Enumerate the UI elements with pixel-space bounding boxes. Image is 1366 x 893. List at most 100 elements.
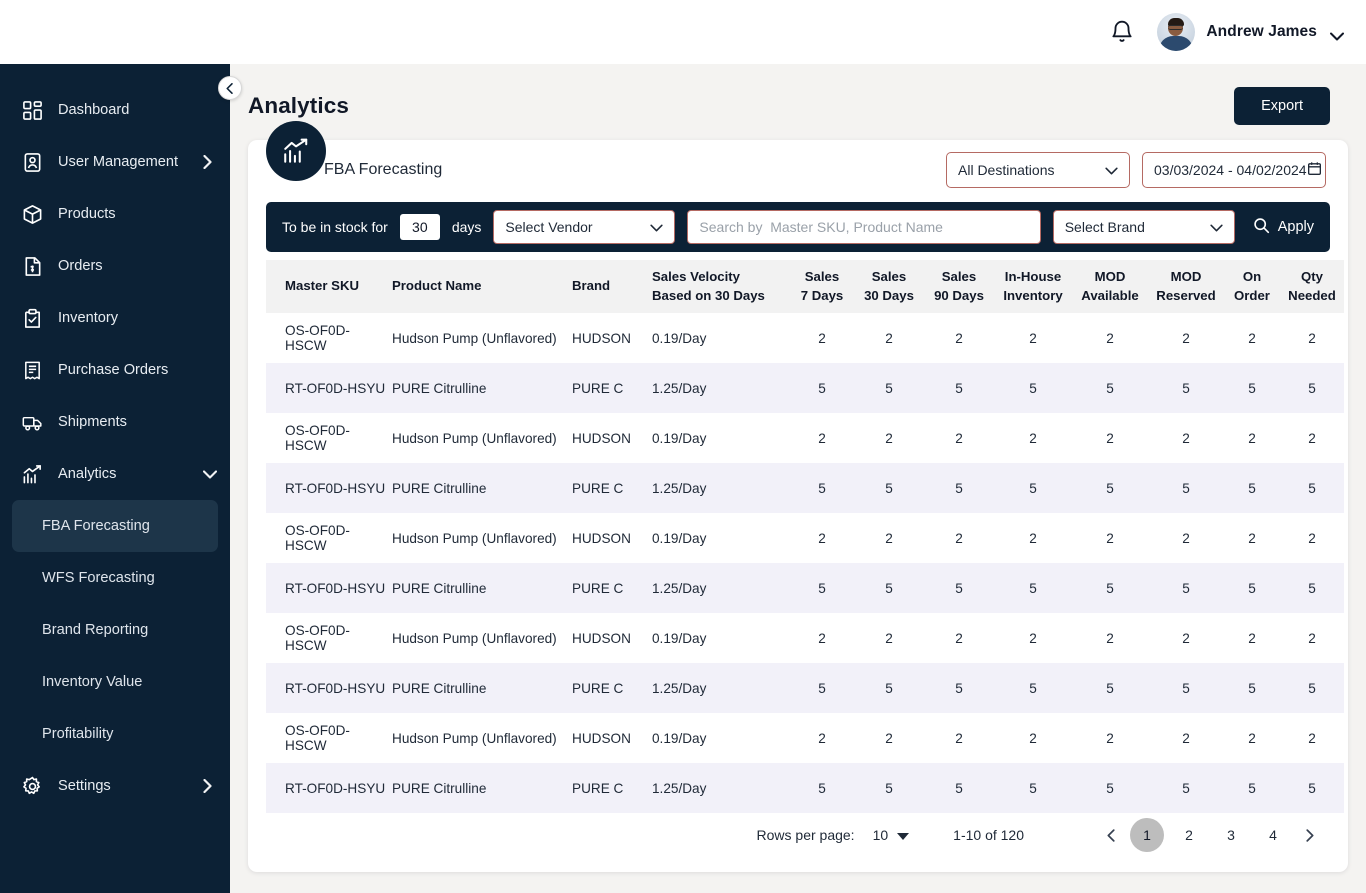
table-row[interactable]: RT-OF0D-HSYU PURE Citrulline PURE C 1.25/Da… bbox=[266, 763, 1344, 813]
cell-qty-needed: 2 bbox=[1308, 430, 1316, 446]
sidebar-item-profitability[interactable]: Profitability bbox=[12, 708, 218, 760]
avatar[interactable] bbox=[1157, 13, 1196, 51]
column-header-brand[interactable]: Brand bbox=[570, 260, 650, 313]
chevron-down-icon[interactable] bbox=[202, 467, 218, 481]
table-row[interactable]: OS-OF0D-HSCW Hudson Pump (Unflavored) HUDS… bbox=[266, 513, 1344, 563]
chevron-right-icon[interactable] bbox=[203, 778, 212, 794]
vendor-select[interactable]: Select Vendor bbox=[493, 210, 676, 244]
table-row[interactable]: OS-OF0D-HSCW Hudson Pump (Unflavored) HUDS… bbox=[266, 613, 1344, 663]
apply-button-label: Apply bbox=[1277, 219, 1314, 235]
bell-icon[interactable] bbox=[1109, 19, 1135, 45]
export-button[interactable]: Export bbox=[1234, 87, 1330, 125]
column-header-product-name[interactable]: Product Name bbox=[390, 260, 570, 313]
cell-sales-7-days: 5 bbox=[818, 780, 826, 796]
cell-mod-available: 5 bbox=[1106, 680, 1114, 696]
stock-days-input[interactable] bbox=[399, 214, 440, 240]
main-content: Analytics Export FBA Forecasting All Des… bbox=[230, 64, 1366, 893]
sidebar-item-wfs-forecasting[interactable]: WFS Forecasting bbox=[12, 552, 218, 604]
brand-select-value: Select Brand bbox=[1064, 219, 1145, 235]
cell-master-sku: RT-OF0D-HSYU bbox=[285, 580, 386, 596]
pagination-next-button[interactable] bbox=[1294, 820, 1324, 850]
rows-per-page-value: 10 bbox=[872, 827, 889, 843]
sidebar-item-dashboard[interactable]: Dashboard bbox=[0, 84, 230, 136]
user-badge-icon bbox=[22, 152, 43, 173]
cell-sales-velocity: 1.25/Day bbox=[652, 380, 707, 396]
table-row[interactable]: RT-OF0D-HSYU PURE Citrulline PURE C 1.25/Da… bbox=[266, 463, 1344, 513]
destination-select[interactable]: All Destinations bbox=[946, 152, 1130, 188]
column-header-qty-needed[interactable]: Qty Needed bbox=[1280, 260, 1344, 313]
sidebar-item-fba-forecasting[interactable]: FBA Forecasting bbox=[12, 500, 218, 552]
cell-master-sku: RT-OF0D-HSYU bbox=[285, 680, 386, 696]
pagination-page-2[interactable]: 2 bbox=[1172, 818, 1206, 852]
sidebar-item-inventory[interactable]: Inventory bbox=[0, 292, 230, 344]
sidebar-item-label: Shipments bbox=[58, 414, 127, 430]
cell-qty-needed: 2 bbox=[1308, 530, 1316, 546]
sidebar-item-orders[interactable]: Orders bbox=[0, 240, 230, 292]
cell-sales-90-days: 5 bbox=[955, 780, 963, 796]
cell-sales-30-days: 5 bbox=[885, 780, 893, 796]
cell-sales-30-days: 5 bbox=[885, 480, 893, 496]
sidebar-item-settings[interactable]: Settings bbox=[0, 760, 230, 812]
cell-sales-7-days: 5 bbox=[818, 680, 826, 696]
sidebar-item-inventory-value[interactable]: Inventory Value bbox=[12, 656, 218, 708]
sidebar-item-analytics[interactable]: Analytics bbox=[0, 448, 230, 500]
column-header-sales-velocity[interactable]: Sales Velocity Based on 30 Days bbox=[650, 260, 790, 313]
cell-qty-needed: 5 bbox=[1308, 680, 1316, 696]
sidebar-subitem-label: Profitability bbox=[42, 726, 114, 742]
cell-sales-velocity: 1.25/Day bbox=[652, 580, 707, 596]
table-row[interactable]: OS-OF0D-HSCW Hudson Pump (Unflavored) HUDS… bbox=[266, 313, 1344, 363]
pagination-page-3[interactable]: 3 bbox=[1214, 818, 1248, 852]
table-row[interactable]: OS-OF0D-HSCW Hudson Pump (Unflavored) HUDS… bbox=[266, 413, 1344, 463]
column-header-sales-90-days[interactable]: Sales 90 Days bbox=[924, 260, 994, 313]
date-range-picker[interactable]: 03/03/2024 - 04/02/2024 bbox=[1142, 152, 1326, 188]
pagination-prev-button[interactable] bbox=[1096, 820, 1126, 850]
cell-sales-7-days: 2 bbox=[818, 630, 826, 646]
cell-on-order: 2 bbox=[1248, 330, 1256, 346]
sidebar-item-user-management[interactable]: User Management bbox=[0, 136, 230, 188]
rows-per-page-select[interactable]: 10 bbox=[873, 827, 910, 843]
cell-brand: PURE C bbox=[572, 680, 624, 696]
calendar-icon bbox=[1307, 161, 1322, 179]
chevron-right-icon bbox=[1305, 828, 1314, 842]
cell-sales-30-days: 2 bbox=[885, 530, 893, 546]
cell-sales-90-days: 2 bbox=[955, 430, 963, 446]
table-row[interactable]: OS-OF0D-HSCW Hudson Pump (Unflavored) HUDS… bbox=[266, 713, 1344, 763]
cell-brand: HUDSON bbox=[572, 730, 631, 746]
brand-select[interactable]: Select Brand bbox=[1052, 210, 1235, 244]
sidebar-item-purchase-orders[interactable]: Purchase Orders bbox=[0, 344, 230, 396]
dashboard-grid-icon bbox=[22, 100, 43, 121]
cell-on-order: 5 bbox=[1248, 380, 1256, 396]
chevron-down-icon[interactable] bbox=[1330, 28, 1344, 40]
pagination-page-1[interactable]: 1 bbox=[1130, 818, 1164, 852]
sidebar-item-brand-reporting[interactable]: Brand Reporting bbox=[12, 604, 218, 656]
receipt-icon bbox=[22, 360, 43, 381]
search-input[interactable] bbox=[699, 219, 1029, 235]
column-header-sales-30-days[interactable]: Sales 30 Days bbox=[854, 260, 924, 313]
search-field-wrapper[interactable] bbox=[687, 210, 1041, 244]
column-header-master-sku[interactable]: Master SKU bbox=[266, 260, 390, 313]
column-header-sales-7-days[interactable]: Sales 7 Days bbox=[790, 260, 854, 313]
cell-master-sku: OS-OF0D-HSCW bbox=[285, 723, 350, 753]
cell-mod-reserved: 2 bbox=[1182, 730, 1190, 746]
column-header-in-house-inventory[interactable]: In-House Inventory bbox=[994, 260, 1072, 313]
analytics-chart-icon bbox=[266, 121, 326, 181]
cell-in-house-inventory: 2 bbox=[1029, 630, 1037, 646]
column-header-mod-reserved[interactable]: MOD Reserved bbox=[1148, 260, 1224, 313]
table-row[interactable]: RT-OF0D-HSYU PURE Citrulline PURE C 1.25/Da… bbox=[266, 663, 1344, 713]
cell-product-name: Hudson Pump (Unflavored) bbox=[392, 730, 557, 746]
sidebar-collapse-button[interactable] bbox=[218, 76, 242, 100]
chevron-right-icon[interactable] bbox=[203, 154, 212, 170]
table-row[interactable]: RT-OF0D-HSYU PURE Citrulline PURE C 1.25/Da… bbox=[266, 563, 1344, 613]
cell-in-house-inventory: 5 bbox=[1029, 680, 1037, 696]
cell-brand: HUDSON bbox=[572, 530, 631, 546]
apply-button[interactable]: Apply bbox=[1247, 217, 1314, 238]
column-header-on-order[interactable]: On Order bbox=[1224, 260, 1280, 313]
sidebar-item-products[interactable]: Products bbox=[0, 188, 230, 240]
cell-sales-90-days: 5 bbox=[955, 380, 963, 396]
sidebar-item-shipments[interactable]: Shipments bbox=[0, 396, 230, 448]
table-row[interactable]: RT-OF0D-HSYU PURE Citrulline PURE C 1.25/Da… bbox=[266, 363, 1344, 413]
column-header-mod-available[interactable]: MOD Available bbox=[1072, 260, 1148, 313]
pagination-page-4[interactable]: 4 bbox=[1256, 818, 1290, 852]
cell-on-order: 2 bbox=[1248, 530, 1256, 546]
cell-in-house-inventory: 5 bbox=[1029, 380, 1037, 396]
